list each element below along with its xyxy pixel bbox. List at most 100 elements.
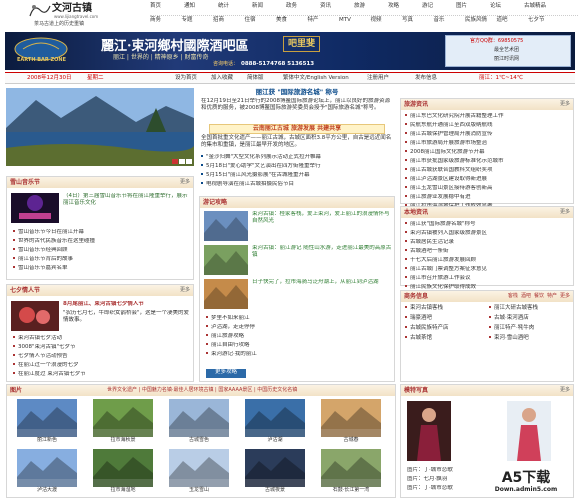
merchant-tab[interactable]: 特产 <box>547 293 557 299</box>
list-item[interactable]: 梦里不如来丽江 <box>206 315 390 324</box>
list-item[interactable]: 丽江旅游攻略 <box>206 333 390 342</box>
qixi-thumb[interactable] <box>11 301 59 331</box>
guide-text[interactable]: 束河古镇：桂家客栈，爱上束河，爱上丽江的浪漫情怀与自然风光 <box>252 211 392 241</box>
list-item[interactable]: 雪山音乐节经典回顾 <box>13 247 191 256</box>
nav-link[interactable]: 专题 <box>182 17 193 24</box>
nav-link[interactable]: 道吧 <box>497 17 508 24</box>
guide-item[interactable]: 日子快完了，拉市海骑马泛舟湖上，从丽江到泸沽湖 <box>204 279 392 311</box>
list-item[interactable]: 丽江音乐节背后的故事 <box>13 256 191 265</box>
nav-link[interactable]: 古城精品 <box>524 3 546 10</box>
gallery-caption[interactable]: 古城夜景 <box>239 487 311 494</box>
news-item[interactable]: 电视剧导演在丽江古城拍摄民俗节目 <box>201 181 393 190</box>
guide-thumb[interactable] <box>204 245 248 275</box>
date-bar-link[interactable]: 加入收藏 <box>211 75 233 82</box>
merchant-tab[interactable]: 客栈 <box>508 293 518 299</box>
ad-banner[interactable]: EARTH BAR ZONE 麗江·束河鄉村國際酒吧區 吧里斐 丽江 | 世界的… <box>5 32 575 70</box>
nav-link[interactable]: 住宿 <box>245 17 256 24</box>
nav-link[interactable]: 商务 <box>150 17 161 24</box>
nav-link[interactable]: 招商 <box>213 17 224 24</box>
gallery-item[interactable]: 石鼓·长江第一湾 <box>315 449 387 497</box>
merchant-item[interactable]: 古城·束河酒店 <box>489 315 529 322</box>
list-item[interactable]: 2008丽江国际文化旅游节开幕 <box>405 149 571 158</box>
list-item[interactable]: 丽江市获批国家级旅游标准化示范城市 <box>405 158 571 167</box>
gallery-photo[interactable] <box>245 449 305 487</box>
gallery-item[interactable]: 拉市海湿地 <box>87 449 159 497</box>
qixi-lead[interactable]: 8月尾丽江、束河古镇七夕情人节 <box>63 301 191 308</box>
more-guides-button[interactable]: 更多攻略 <box>206 369 246 378</box>
nav-link[interactable]: 政务 <box>286 3 297 10</box>
headline-title[interactable]: 丽江获 "国际旅游名城" 称号 <box>199 88 395 98</box>
headline-pager[interactable] <box>172 159 192 164</box>
nav-link[interactable]: 新闻 <box>252 3 263 10</box>
list-item[interactable]: 雪山音乐节嘉宾名单 <box>13 265 191 274</box>
nav-link[interactable]: 写真 <box>402 17 413 24</box>
list-item[interactable]: 雪山音乐节今日在丽江开幕 <box>13 229 191 238</box>
gallery-item[interactable]: 古城春 <box>315 399 387 447</box>
nav-link[interactable]: 民族风情 <box>465 17 487 24</box>
gallery-caption[interactable]: 古城雪色 <box>163 437 235 444</box>
list-item[interactable]: 丽江古城门票调整方案征求意见 <box>405 266 571 275</box>
gallery-item[interactable]: 泸沽湖 <box>239 399 311 447</box>
nav-link[interactable]: 资讯 <box>320 3 331 10</box>
list-item[interactable]: 民航东航开通丽江至西双版纳航线 <box>405 122 571 131</box>
merchant-item[interactable]: 束河古镇客栈 <box>405 305 443 312</box>
music-thumb[interactable] <box>11 193 59 223</box>
merchant-item[interactable]: 丽江大研古城客栈 <box>489 305 538 312</box>
list-item[interactable]: 丽江古城获联合国教科文组织奖项 <box>405 167 571 176</box>
guide-item[interactable]: 束河古镇：丽江游记 随性山水游，走进丽江最美的高原古镇 <box>204 245 392 277</box>
list-item[interactable]: 3008"束河古镇"七夕节 <box>13 344 191 353</box>
merchant-item[interactable]: 古城茶馆 <box>405 335 432 342</box>
gallery-photo[interactable] <box>17 449 77 487</box>
date-bar-link[interactable]: 简体版 <box>247 75 264 82</box>
gallery-item[interactable]: 泸沽大渡 <box>11 449 83 497</box>
list-item[interactable]: 束河古镇七夕活动 <box>13 335 191 344</box>
gallery-caption[interactable]: 拉市海秋景 <box>87 437 159 444</box>
site-logo[interactable]: 文河古镇 www.lijiangtravel.com 茶马古道上的历史重镇 <box>28 2 100 28</box>
merchant-tab[interactable]: 酒吧 <box>521 293 531 299</box>
list-item[interactable]: 丽江获"国际旅游名城"称号 <box>405 221 571 230</box>
more-link[interactable]: 更多 <box>560 209 570 216</box>
nav-link[interactable]: 统计 <box>218 3 229 10</box>
model-photo[interactable] <box>507 401 551 461</box>
list-item[interactable]: 丽江市旅游局开展旅游市场整治 <box>405 140 571 149</box>
guide-text[interactable]: 日子快完了，拉市海骑马泛舟湖上，从丽江到泸沽湖 <box>252 279 392 309</box>
gallery-photo[interactable] <box>169 449 229 487</box>
news-item[interactable]: "金沙归舞"大型文化系列展示活动正式拉开帷幕 <box>201 154 393 163</box>
gallery-item[interactable]: 丽江新色 <box>11 399 83 447</box>
gallery-photo[interactable] <box>321 399 381 437</box>
news-item[interactable]: 5月18日"爱心助学"文艺演出在四方街隆重举行 <box>201 163 393 172</box>
list-item[interactable]: 丽江东巴文化研究院开展古籍整理工作 <box>405 113 571 122</box>
nav-link[interactable]: 通知 <box>184 3 195 10</box>
gallery-caption[interactable]: 泸沽湖 <box>239 437 311 444</box>
guide-thumb[interactable] <box>204 279 248 309</box>
music-lead[interactable]: （4日）第三届雪山音乐节将在丽江隆重举行，展示丽江音乐文化 <box>63 193 191 225</box>
merchant-item[interactable]: 丽江特产·牦牛肉 <box>489 325 534 332</box>
gallery-links[interactable]: 世界文化遗产 | 中国魅力名镇·最佳人居环境古镇 | 国家AAAA景区 | 中国… <box>107 387 297 394</box>
nav-link[interactable]: 游记 <box>422 3 433 10</box>
gallery-photo[interactable] <box>245 399 305 437</box>
list-item[interactable]: 泸沽湖，走走停停 <box>206 324 390 333</box>
nav-link[interactable]: 音乐 <box>434 17 445 24</box>
merchant-tab[interactable]: 餐饮 <box>534 293 544 299</box>
gallery-caption[interactable]: 古城春 <box>315 437 387 444</box>
list-item[interactable]: 在丽江过一个浪漫的七夕 <box>13 362 191 371</box>
list-item[interactable]: 束河古镇被列入国家级旅游景区 <box>405 230 571 239</box>
list-item[interactable]: 丽江古城保护管理局开展消防宣传 <box>405 131 571 140</box>
nav-link[interactable]: MTV <box>339 17 351 24</box>
feature-title[interactable]: 云南丽江古城 旅游发展 共建共享 <box>209 124 385 134</box>
gallery-item[interactable]: 古城夜景 <box>239 449 311 497</box>
gallery-photo[interactable] <box>93 399 153 437</box>
list-item[interactable]: 丽江市召开旅游工作会议 <box>405 275 571 284</box>
list-item[interactable]: 十七大后丽江旅游发展回顾 <box>405 257 571 266</box>
gallery-caption[interactable]: 泸沽大渡 <box>11 487 83 494</box>
list-item[interactable]: 在丽江度过 束河古镇七夕节 <box>13 371 191 380</box>
guide-thumb[interactable] <box>204 211 248 241</box>
model-photo[interactable] <box>407 401 451 461</box>
merchant-item[interactable]: 束河·雪山酒吧 <box>489 335 529 342</box>
nav-link[interactable]: 七夕节 <box>528 17 545 24</box>
nav-link[interactable]: 特产 <box>308 17 319 24</box>
list-item[interactable]: 丽江自由行攻略 <box>206 342 390 351</box>
gallery-photo[interactable] <box>17 399 77 437</box>
date-bar-link[interactable]: 设为首页 <box>175 75 197 82</box>
nav-link[interactable]: 旅游 <box>354 3 365 10</box>
